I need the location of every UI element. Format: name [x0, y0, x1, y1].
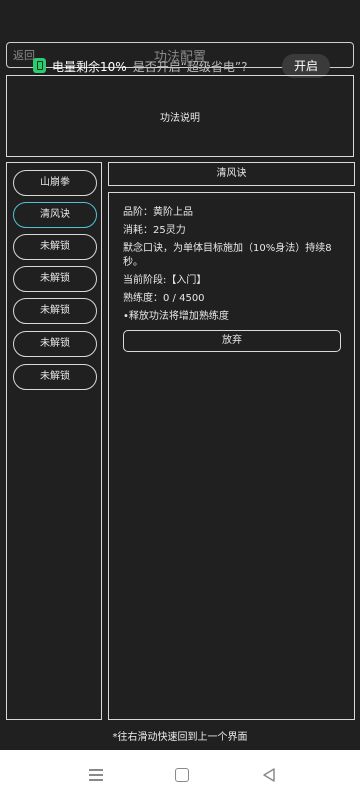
technique-stage: 当前阶段:【入门】	[123, 275, 207, 286]
technique-effect: 默念口诀，为单体目标施加（10%身法）持续8秒。	[123, 243, 332, 268]
technique-description-panel: 功法说明	[6, 75, 354, 157]
technique-button-6[interactable]: 未解锁	[13, 364, 97, 390]
system-navigation-bar	[0, 750, 360, 800]
back-icon[interactable]	[259, 766, 279, 784]
home-icon[interactable]	[173, 766, 193, 784]
technique-button-0[interactable]: 山崩拳	[13, 170, 97, 196]
technique-button-4[interactable]: 未解锁	[13, 298, 97, 324]
technique-detail-panel: 品阶：黄阶上品 消耗：25灵力 默念口诀，为单体目标施加（10%身法）持续8秒。…	[108, 192, 355, 720]
menu-icon[interactable]	[87, 766, 107, 784]
swipe-hint: *往右滑动快速回到上一个界面	[112, 732, 248, 743]
technique-cost: 消耗：25灵力	[123, 225, 186, 236]
technique-button-5[interactable]: 未解锁	[13, 331, 97, 357]
selected-technique-name: 清风诀	[108, 162, 355, 186]
technique-button-2[interactable]: 未解锁	[13, 234, 97, 260]
technique-grade: 品阶：黄阶上品	[123, 207, 193, 218]
technique-proficiency: 熟练度：0 / 4500	[123, 293, 205, 304]
battery-icon	[33, 58, 46, 73]
power-saving-question: 是否开启“超级省电”?	[132, 60, 248, 74]
technique-button-3[interactable]: 未解锁	[13, 266, 97, 292]
abandon-button[interactable]: 放弃	[123, 330, 341, 352]
technique-button-1-selected[interactable]: 清风诀	[13, 202, 97, 228]
technique-list: 山崩拳 清风诀 未解锁 未解锁 未解锁 未解锁 未解锁	[6, 162, 102, 720]
technique-tip: •释放功法将增加熟练度	[123, 311, 229, 322]
technique-description-text: 功法说明	[160, 113, 200, 124]
battery-level-text: 电量剩余10%	[52, 60, 127, 74]
